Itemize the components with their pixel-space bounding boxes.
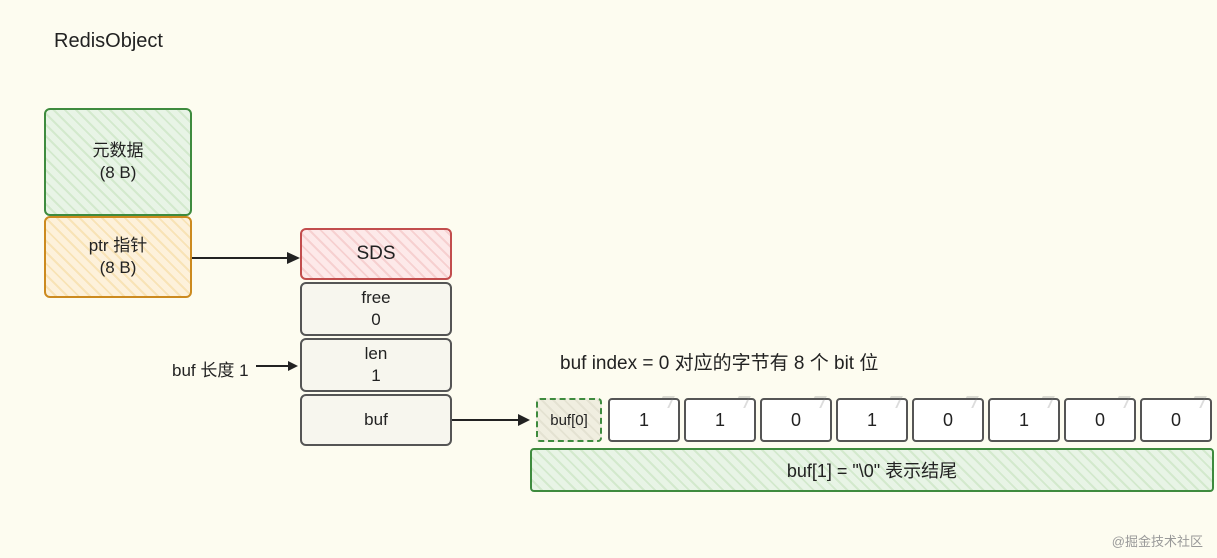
bit-cell: 1 [988, 398, 1060, 442]
ptr-size: (8 B) [100, 257, 137, 279]
metadata-box: 元数据 (8 B) [44, 108, 192, 216]
buf1-footer-text: buf[1] = "\0" 表示结尾 [787, 457, 957, 483]
sds-buf-label: buf [364, 409, 388, 431]
bit-cell: 0 [1064, 398, 1136, 442]
ptr-box: ptr 指针 (8 B) [44, 216, 192, 298]
bit-cell: 0 [1140, 398, 1212, 442]
buf0-label: buf[0] [550, 412, 588, 429]
ptr-label: ptr 指针 [89, 235, 148, 257]
arrow-ptr-to-sds [192, 248, 302, 268]
sds-free-box: free 0 [300, 282, 452, 336]
sds-len-value: 1 [371, 365, 380, 387]
bit-cell: 0 [912, 398, 984, 442]
metadata-label: 元数据 [93, 140, 144, 162]
bits-row: 1 1 0 1 0 1 0 0 [608, 398, 1212, 442]
sds-free-value: 0 [371, 309, 380, 331]
diagram-title: RedisObject [54, 30, 163, 53]
bit-cell: 1 [608, 398, 680, 442]
sds-header-box: SDS [300, 228, 452, 280]
sds-len-label: len [365, 343, 388, 365]
sds-buf-box: buf [300, 394, 452, 446]
watermark: @掘金技术社区 [1112, 531, 1203, 550]
buf0-cell: buf[0] [536, 398, 602, 442]
arrow-buflen-to-len [256, 358, 300, 374]
bit-cell: 0 [760, 398, 832, 442]
metadata-size: (8 B) [100, 162, 137, 184]
bit-cell: 1 [836, 398, 908, 442]
sds-header-label: SDS [356, 242, 395, 267]
buf1-footer: buf[1] = "\0" 表示结尾 [530, 448, 1214, 492]
bit-caption: buf index = 0 对应的字节有 8 个 bit 位 [560, 348, 878, 375]
buf-length-label: buf 长度 1 [172, 356, 249, 381]
arrow-buf-to-bits [452, 410, 532, 430]
sds-free-label: free [361, 287, 390, 309]
bit-cell: 1 [684, 398, 756, 442]
sds-len-box: len 1 [300, 338, 452, 392]
